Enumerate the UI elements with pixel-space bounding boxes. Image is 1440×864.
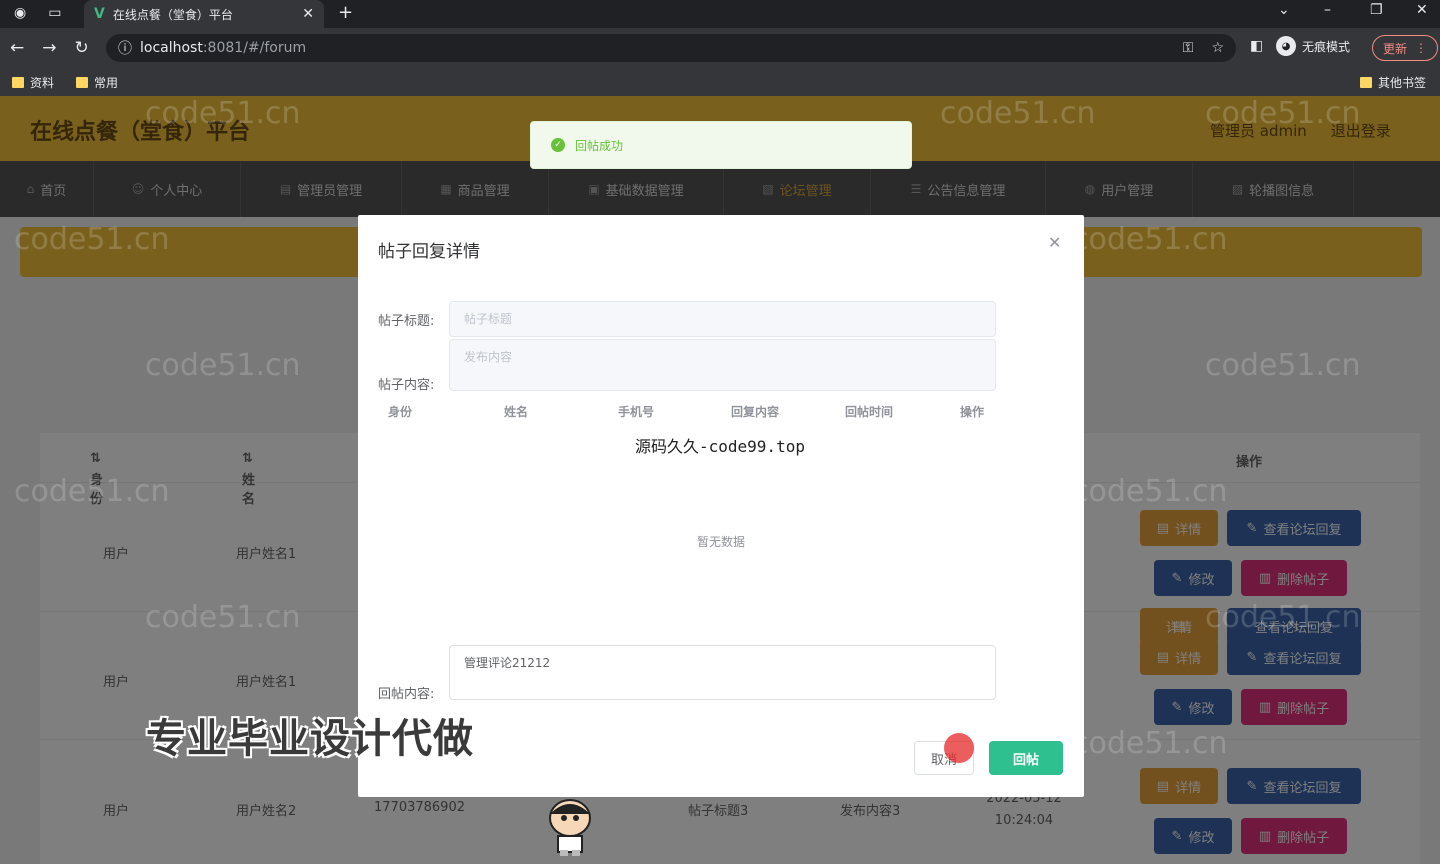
post-content-field[interactable]: 发布内容 xyxy=(449,339,996,391)
tab-search-icon[interactable]: ⌄ xyxy=(1278,2,1290,18)
folder-icon xyxy=(76,77,88,88)
forward-icon[interactable]: → xyxy=(42,38,56,58)
update-label: 更新 xyxy=(1383,41,1408,56)
side-panel-icon[interactable]: ◧ xyxy=(1250,38,1263,54)
more-icon: ⋮ xyxy=(1415,41,1428,55)
dialog-title: 帖子回复详情 xyxy=(378,242,480,262)
star-icon[interactable]: ☆ xyxy=(1211,40,1224,56)
folder-icon xyxy=(12,77,24,88)
minimize-icon[interactable]: – xyxy=(1324,2,1331,18)
window-close-icon[interactable]: ✕ xyxy=(1416,2,1428,18)
post-content-label: 帖子内容: xyxy=(378,378,435,393)
replies-table-header: 身份 姓名 手机号 回复内容 回帖时间 操作 xyxy=(388,405,985,419)
bookmark-folder[interactable]: 常用 xyxy=(76,74,118,91)
incognito-label: 无痕模式 xyxy=(1302,39,1351,54)
back-icon[interactable]: ← xyxy=(10,38,24,58)
browser-tab[interactable]: V 在线点餐（堂食）平台 ✕ xyxy=(84,0,324,28)
globe-icon[interactable]: ◉ xyxy=(14,5,26,21)
tab-title: 在线点餐（堂食）平台 xyxy=(112,7,233,22)
key-icon[interactable]: ⚿ xyxy=(1183,40,1194,56)
other-bookmarks[interactable]: 其他书签 xyxy=(1360,74,1426,91)
restore-icon[interactable]: ❐ xyxy=(1370,2,1383,18)
empty-state: 暂无数据 xyxy=(696,535,745,549)
toast-message: 回帖成功 xyxy=(575,138,624,153)
reply-textarea[interactable]: 管理评论21212 xyxy=(449,645,996,700)
url-input[interactable]: ⓘ localhost:8081/#/forum ⚿ ☆ xyxy=(106,34,1236,62)
incognito-indicator[interactable]: ◕ 无痕模式 xyxy=(1276,36,1350,56)
window-icon[interactable]: ▭ xyxy=(48,5,61,21)
click-indicator-icon xyxy=(944,733,974,763)
vue-logo-icon: V xyxy=(94,6,105,22)
bookmarks-bar: 资料 常用 其他书签 xyxy=(0,68,1440,96)
watermark-text: 源码久久-code99.top xyxy=(635,437,805,456)
incognito-icon: ◕ xyxy=(1276,36,1296,56)
close-tab-icon[interactable]: ✕ xyxy=(302,6,314,22)
promo-text: 专业毕业设计代做 xyxy=(146,716,474,762)
post-title-label: 帖子标题: xyxy=(378,314,435,329)
check-icon: ✓ xyxy=(551,138,565,152)
browser-tabbar: ◉ ▭ V 在线点餐（堂食）平台 ✕ + ⌄ – ❐ ✕ xyxy=(0,0,1440,28)
new-tab-icon[interactable]: + xyxy=(338,2,353,23)
url-path: :8081/#/forum xyxy=(202,40,307,56)
mascot-icon xyxy=(549,799,591,856)
reply-label: 回帖内容: xyxy=(378,687,435,702)
success-toast: ✓ 回帖成功 xyxy=(530,121,912,169)
folder-icon xyxy=(1360,77,1372,88)
reload-icon[interactable]: ↻ xyxy=(75,38,89,58)
info-icon[interactable]: ⓘ xyxy=(118,38,132,58)
bookmark-folder[interactable]: 资料 xyxy=(12,74,54,91)
post-title-field[interactable]: 帖子标题 xyxy=(449,301,996,337)
close-icon[interactable]: ✕ xyxy=(1048,233,1061,252)
url-host: localhost xyxy=(140,40,203,56)
submit-reply-button[interactable]: 回帖 xyxy=(989,741,1063,775)
address-bar: ← → ↻ ⓘ localhost:8081/#/forum ⚿ ☆ ◧ ◕ 无… xyxy=(0,28,1440,68)
update-button[interactable]: 更新 ⋮ xyxy=(1372,35,1439,61)
